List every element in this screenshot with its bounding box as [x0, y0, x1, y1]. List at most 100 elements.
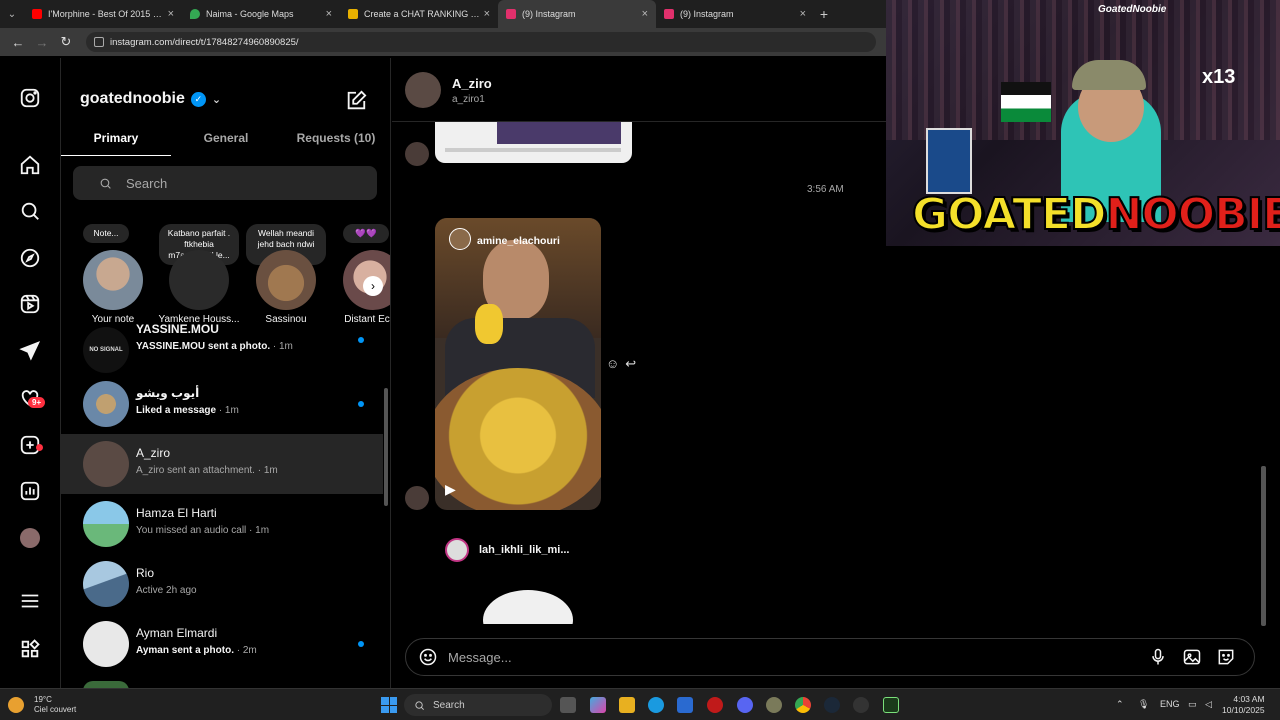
- app-icon[interactable]: [883, 697, 899, 713]
- chat-row[interactable]: Rio Active 2h ago: [61, 554, 383, 614]
- tab-close-icon[interactable]: ×: [800, 8, 806, 20]
- avatar: [83, 381, 129, 427]
- instagram-logo-icon[interactable]: [17, 85, 43, 111]
- reel-username[interactable]: amine_elachouri: [477, 235, 560, 247]
- avatar[interactable]: [405, 72, 441, 108]
- language-indicator[interactable]: ENG: [1160, 699, 1180, 709]
- chat-name: Rio: [136, 566, 155, 580]
- chat-row-partial[interactable]: [61, 674, 383, 688]
- browser-tab[interactable]: (9) Instagram ×: [656, 0, 814, 28]
- chrome-icon[interactable]: [795, 697, 811, 713]
- windows-start-icon[interactable]: [381, 697, 397, 713]
- avatar: [83, 501, 129, 547]
- clock-date: 10/10/2025: [1222, 705, 1265, 715]
- scrollbar-thumb[interactable]: [1261, 466, 1266, 626]
- page-favicon-icon: [348, 9, 358, 19]
- chat-preview: Liked a message · 1m: [136, 405, 239, 416]
- system-clock[interactable]: 4:03 AM 10/10/2025: [1222, 694, 1265, 716]
- file-explorer-icon[interactable]: [619, 697, 635, 713]
- avatar: [169, 250, 229, 310]
- weather-widget[interactable]: 19°C Ciel couvert: [34, 695, 76, 715]
- forward-arrow-icon[interactable]: →: [30, 35, 54, 50]
- app-icon[interactable]: [707, 697, 723, 713]
- microphone-icon[interactable]: [1148, 647, 1168, 667]
- chat-row[interactable]: أيوب ويشو Liked a message · 1m: [61, 374, 383, 434]
- avatar: [256, 250, 316, 310]
- tab-close-icon[interactable]: ×: [484, 8, 490, 20]
- reload-icon[interactable]: ↻: [54, 34, 78, 50]
- message-input[interactable]: [448, 649, 1148, 665]
- sticker-icon[interactable]: [1216, 647, 1236, 667]
- url-field[interactable]: instagram.com/direct/t/17848274960890825…: [86, 32, 876, 52]
- conversation-name[interactable]: A_ziro: [452, 76, 492, 91]
- browser-tab-active[interactable]: (9) Instagram ×: [498, 0, 656, 28]
- tab-close-icon[interactable]: ×: [326, 8, 332, 20]
- new-tab-plus-icon[interactable]: +: [814, 6, 834, 22]
- browser-tab[interactable]: Create a CHAT RANKING Tier L ×: [340, 0, 498, 28]
- back-arrow-icon[interactable]: ←: [6, 35, 30, 50]
- account-switcher[interactable]: goatednoobie ✓ ⌄: [80, 90, 221, 108]
- chat-row[interactable]: Hamza El Harti You missed an audio call …: [61, 494, 383, 554]
- search-icon[interactable]: [17, 198, 43, 224]
- react-emoji-icon[interactable]: ☺: [606, 356, 619, 372]
- search-icon: [415, 700, 424, 710]
- shared-reel[interactable]: [435, 564, 601, 624]
- weather-icon[interactable]: [8, 697, 24, 713]
- taskbar-search[interactable]: Search: [404, 694, 552, 716]
- messages-icon[interactable]: [17, 338, 43, 364]
- discord-icon[interactable]: [737, 697, 753, 713]
- reel-username[interactable]: lah_ikhli_lik_mi...: [479, 544, 570, 556]
- clock-time: 4:03 AM: [1233, 694, 1265, 704]
- task-view-icon[interactable]: [560, 697, 576, 713]
- tray-overflow-icon[interactable]: ⌃: [1116, 699, 1124, 710]
- tab-requests[interactable]: Requests (10): [281, 128, 390, 156]
- image-upload-icon[interactable]: [1182, 647, 1202, 667]
- app-icon[interactable]: [853, 697, 869, 713]
- tab-close-icon[interactable]: ×: [168, 8, 174, 20]
- tab-general[interactable]: General: [171, 128, 281, 156]
- dashboard-icon[interactable]: [17, 478, 43, 504]
- webcam-overlay: GoatedNoobie x13 GOATEDNOOBIE: [886, 0, 1280, 246]
- shared-image-preview[interactable]: [435, 122, 632, 163]
- new-message-icon[interactable]: [345, 90, 367, 112]
- profile-avatar[interactable]: [17, 525, 43, 551]
- more-menu-icon[interactable]: [17, 588, 43, 614]
- chat-row[interactable]: Ayman Elmardi Ayman sent a photo. · 2m: [61, 614, 383, 674]
- volume-icon[interactable]: ◁: [1205, 699, 1212, 710]
- sender-avatar[interactable]: [405, 486, 429, 510]
- tab-search-chevron-icon[interactable]: ⌄: [0, 0, 24, 28]
- store-icon[interactable]: [677, 697, 693, 713]
- reply-arrow-icon[interactable]: ↩: [625, 356, 636, 372]
- chat-name: أيوب ويشو: [136, 386, 200, 400]
- network-icon[interactable]: ▭: [1188, 699, 1197, 710]
- microphone-icon[interactable]: 🎙: [1138, 699, 1149, 710]
- scrollbar-thumb[interactable]: [384, 388, 388, 506]
- chat-row-selected[interactable]: A_ziro A_ziro sent an attachment. · 1m: [61, 434, 383, 494]
- preview-text: Liked a message: [136, 405, 217, 416]
- apps-icon[interactable]: [17, 636, 43, 662]
- app-icon[interactable]: [766, 697, 782, 713]
- tab-primary[interactable]: Primary: [61, 128, 171, 156]
- preview-time: · 1m: [216, 405, 239, 416]
- tab-title: Create a CHAT RANKING Tier L: [364, 9, 480, 19]
- preview-time: · 2m: [233, 645, 257, 656]
- emoji-picker-icon[interactable]: [418, 647, 438, 667]
- inbox-scrollbar[interactable]: [383, 328, 389, 684]
- notes-next-arrow-icon[interactable]: ›: [363, 276, 383, 296]
- site-info-icon[interactable]: [94, 37, 104, 47]
- copilot-icon[interactable]: [590, 697, 606, 713]
- edge-icon[interactable]: [648, 697, 664, 713]
- home-icon[interactable]: [17, 152, 43, 178]
- sender-avatar[interactable]: [405, 142, 429, 166]
- browser-tab[interactable]: I'Morphine - Best Of 2015 - Yo ×: [24, 0, 182, 28]
- tab-close-icon[interactable]: ×: [642, 8, 648, 20]
- maps-favicon-icon: [190, 9, 200, 19]
- steam-icon[interactable]: [824, 697, 840, 713]
- search-input[interactable]: Search: [73, 166, 377, 200]
- reels-icon[interactable]: [17, 291, 43, 317]
- browser-tab[interactable]: Naima - Google Maps ×: [182, 0, 340, 28]
- chat-row[interactable]: NO SIGNAL YASSINE.MOU YASSINE.MOU sent a…: [61, 320, 383, 380]
- reel-header[interactable]: lah_ikhli_lik_mi...: [445, 538, 570, 562]
- explore-compass-icon[interactable]: [17, 245, 43, 271]
- shared-reel[interactable]: amine_elachouri ▶: [435, 218, 601, 510]
